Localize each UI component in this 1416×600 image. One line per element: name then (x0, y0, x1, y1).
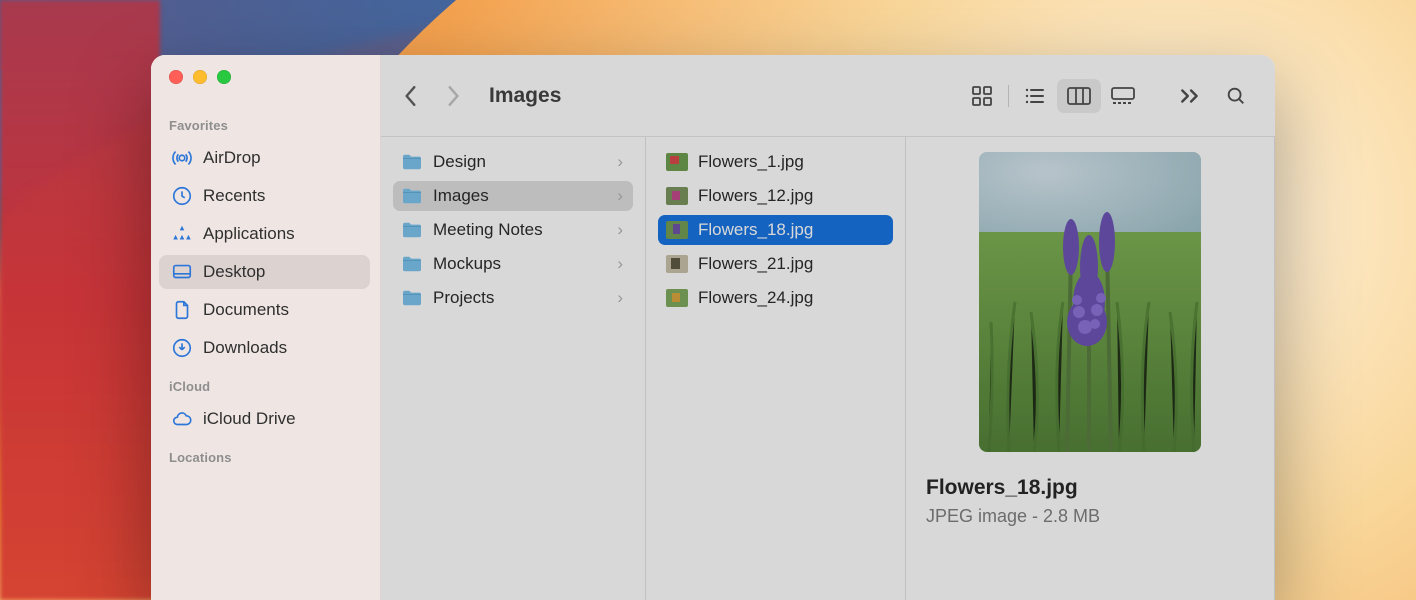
clock-icon (171, 185, 193, 207)
search-button[interactable] (1225, 85, 1247, 107)
sidebar-item-applications[interactable]: Applications (159, 217, 370, 251)
file-label: Flowers_1.jpg (698, 152, 804, 172)
image-thumb-icon (666, 221, 688, 239)
sidebar-item-airdrop[interactable]: AirDrop (159, 141, 370, 175)
sidebar-item-label: Applications (203, 224, 295, 244)
folder-icon (401, 187, 423, 205)
folder-icon (401, 153, 423, 171)
sidebar-section-icloud: iCloud (151, 367, 380, 400)
sidebar-item-label: AirDrop (203, 148, 261, 168)
sidebar-item-label: Recents (203, 186, 265, 206)
back-button[interactable] (395, 80, 427, 112)
preview-image[interactable] (979, 152, 1201, 452)
folder-label: Mockups (433, 254, 501, 274)
toolbar-overflow-button[interactable] (1179, 88, 1201, 104)
sidebar-item-label: Desktop (203, 262, 265, 282)
file-row[interactable]: Flowers_1.jpg (658, 147, 893, 177)
column-preview: Flowers_18.jpg JPEG image - 2.8 MB (906, 137, 1275, 600)
preview-subtitle: JPEG image - 2.8 MB (926, 506, 1100, 527)
folder-label: Meeting Notes (433, 220, 543, 240)
column-files: Flowers_1.jpg Flowers_12.jpg Flowers_18.… (646, 137, 906, 600)
folder-icon (401, 289, 423, 307)
column-view: Design › Images › Meeting Notes › (381, 137, 1275, 600)
folder-label: Design (433, 152, 486, 172)
folder-row[interactable]: Mockups › (393, 249, 633, 279)
file-row[interactable]: Flowers_24.jpg (658, 283, 893, 313)
file-label: Flowers_24.jpg (698, 288, 813, 308)
file-row[interactable]: Flowers_18.jpg (658, 215, 893, 245)
folder-row[interactable]: Meeting Notes › (393, 215, 633, 245)
window-title: Images (489, 84, 561, 108)
chevron-right-icon: › (617, 186, 623, 206)
file-label: Flowers_18.jpg (698, 220, 813, 240)
chevron-right-icon: › (617, 288, 623, 308)
image-thumb-icon (666, 153, 688, 171)
documents-icon (171, 299, 193, 321)
airdrop-icon (171, 147, 193, 169)
folder-label: Images (433, 186, 489, 206)
image-thumb-icon (666, 289, 688, 307)
flower-preview-icon (979, 152, 1201, 452)
desktop-wallpaper: Favorites AirDrop Recents Applications (0, 0, 1416, 600)
folder-icon (401, 255, 423, 273)
sidebar-item-downloads[interactable]: Downloads (159, 331, 370, 365)
applications-icon (171, 223, 193, 245)
folder-row[interactable]: Design › (393, 147, 633, 177)
sidebar-item-recents[interactable]: Recents (159, 179, 370, 213)
toolbar-right (1179, 85, 1247, 107)
preview-filename: Flowers_18.jpg (926, 476, 1078, 500)
view-gallery-button[interactable] (1101, 79, 1145, 113)
image-thumb-icon (666, 255, 688, 273)
sidebar-section-locations: Locations (151, 438, 380, 471)
window-controls (151, 70, 380, 106)
file-label: Flowers_21.jpg (698, 254, 813, 274)
fullscreen-button[interactable] (217, 70, 231, 84)
finder-window: Favorites AirDrop Recents Applications (151, 55, 1275, 600)
divider (1008, 85, 1009, 107)
file-row[interactable]: Flowers_21.jpg (658, 249, 893, 279)
sidebar-item-icloud-drive[interactable]: iCloud Drive (159, 402, 370, 436)
view-list-button[interactable] (1013, 79, 1057, 113)
folder-label: Projects (433, 288, 494, 308)
cloud-icon (171, 408, 193, 430)
desktop-icon (171, 261, 193, 283)
minimize-button[interactable] (193, 70, 207, 84)
sidebar-item-label: iCloud Drive (203, 409, 296, 429)
view-columns-button[interactable] (1057, 79, 1101, 113)
downloads-icon (171, 337, 193, 359)
view-mode-group (960, 79, 1145, 113)
chevron-right-icon: › (617, 220, 623, 240)
view-icon-button[interactable] (960, 79, 1004, 113)
forward-button[interactable] (437, 80, 469, 112)
sidebar-section-favorites: Favorites (151, 106, 380, 139)
chevron-right-icon: › (617, 152, 623, 172)
folder-row[interactable]: Projects › (393, 283, 633, 313)
folder-row[interactable]: Images › (393, 181, 633, 211)
sidebar-item-label: Documents (203, 300, 289, 320)
folder-icon (401, 221, 423, 239)
close-button[interactable] (169, 70, 183, 84)
main-area: Images (381, 55, 1275, 600)
sidebar-item-label: Downloads (203, 338, 287, 358)
column-folders: Design › Images › Meeting Notes › (381, 137, 646, 600)
toolbar: Images (381, 55, 1275, 137)
file-row[interactable]: Flowers_12.jpg (658, 181, 893, 211)
file-label: Flowers_12.jpg (698, 186, 813, 206)
sidebar-item-documents[interactable]: Documents (159, 293, 370, 327)
chevron-right-icon: › (617, 254, 623, 274)
sidebar-item-desktop[interactable]: Desktop (159, 255, 370, 289)
image-thumb-icon (666, 187, 688, 205)
sidebar: Favorites AirDrop Recents Applications (151, 55, 381, 600)
